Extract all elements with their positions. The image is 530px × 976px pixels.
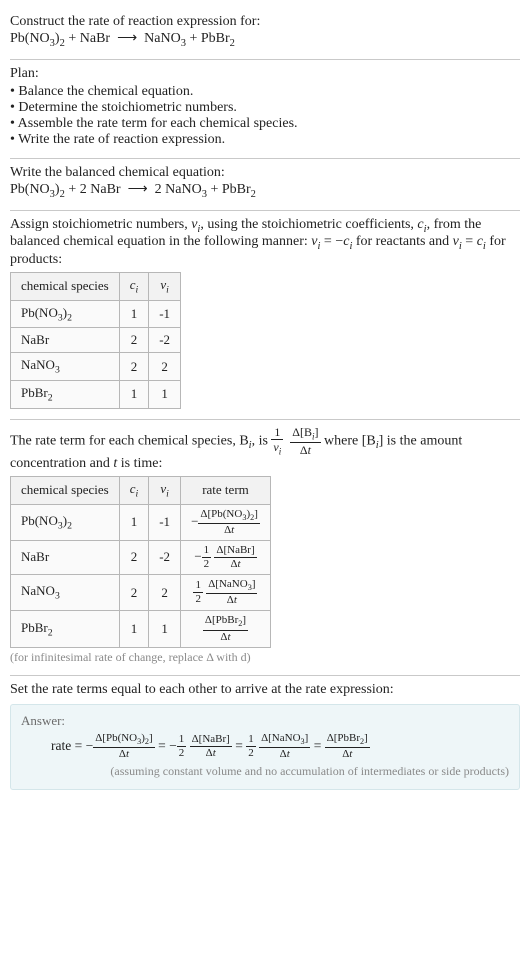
cell-nui: 2 bbox=[149, 574, 181, 610]
rateterm-intro-mid: , is bbox=[252, 433, 272, 448]
intro-section: Construct the rate of reaction expressio… bbox=[10, 8, 520, 59]
dBi-dt: Δ[Bi]Δt bbox=[290, 426, 320, 456]
intro-line: Construct the rate of reaction expressio… bbox=[10, 14, 520, 30]
table-row: Pb(NO3)2 1 -1 bbox=[11, 300, 181, 328]
rateterm-note: (for infinitesimal rate of change, repla… bbox=[10, 650, 520, 665]
table-header-row: chemical species ci νi bbox=[11, 273, 181, 301]
rateterm-section: The rate term for each chemical species,… bbox=[10, 420, 520, 675]
plan-item: Balance the chemical equation. bbox=[10, 84, 520, 100]
cell-species: NaBr bbox=[11, 540, 120, 574]
cell-ci: 2 bbox=[119, 574, 149, 610]
cell-ci: 1 bbox=[119, 504, 149, 540]
cell-nui: -1 bbox=[149, 300, 181, 328]
answer-label: Answer: bbox=[21, 713, 509, 729]
cell-nui: 1 bbox=[149, 380, 181, 408]
plan-item: Write the rate of reaction expression. bbox=[10, 132, 520, 148]
cell-ci: 2 bbox=[119, 353, 149, 381]
unbalanced-equation: Pb(NO3)2 + NaBr ⟶ NaNO3 + PbBr2 bbox=[10, 30, 520, 49]
plan-section: Plan: Balance the chemical equation. Det… bbox=[10, 60, 520, 158]
cell-species: NaBr bbox=[11, 328, 120, 353]
col-ci: ci bbox=[119, 273, 149, 301]
col-rate: rate term bbox=[181, 476, 271, 504]
rateterm-table: chemical species ci νi rate term Pb(NO3)… bbox=[10, 476, 271, 648]
balanced-intro: Write the balanced chemical equation: bbox=[10, 165, 520, 181]
col-ci: ci bbox=[119, 476, 149, 504]
balanced-equation: Pb(NO3)2 + 2 NaBr ⟶ 2 NaNO3 + PbBr2 bbox=[10, 181, 520, 200]
cell-nui: -2 bbox=[149, 328, 181, 353]
answer-box: Answer: rate = −Δ[Pb(NO3)2]Δt = −12 Δ[Na… bbox=[10, 704, 520, 790]
plan-title: Plan: bbox=[10, 66, 520, 82]
col-species: chemical species bbox=[11, 476, 120, 504]
rateterm-intro: The rate term for each chemical species,… bbox=[10, 426, 520, 472]
cell-rate: −Δ[Pb(NO3)2]Δt bbox=[181, 504, 271, 540]
cell-species: NaNO3 bbox=[11, 574, 120, 610]
table-header-row: chemical species ci νi rate term bbox=[11, 476, 271, 504]
cell-rate: −12 Δ[NaBr]Δt bbox=[181, 540, 271, 574]
cell-species: Pb(NO3)2 bbox=[11, 300, 120, 328]
stoich-section: Assign stoichiometric numbers, νi, using… bbox=[10, 211, 520, 419]
cell-rate: Δ[PbBr2]Δt bbox=[181, 611, 271, 647]
table-row: NaNO3 2 2 bbox=[11, 353, 181, 381]
col-nui: νi bbox=[149, 273, 181, 301]
cell-nui: -1 bbox=[149, 504, 181, 540]
cell-species: PbBr2 bbox=[11, 611, 120, 647]
answer-note: (assuming constant volume and no accumul… bbox=[21, 764, 509, 779]
cell-species: Pb(NO3)2 bbox=[11, 504, 120, 540]
table-row: NaBr 2 -2 bbox=[11, 328, 181, 353]
cell-rate: 12 Δ[NaNO3]Δt bbox=[181, 574, 271, 610]
balanced-section: Write the balanced chemical equation: Pb… bbox=[10, 159, 520, 210]
rateterm-intro-pre: The rate term for each chemical species,… bbox=[10, 433, 249, 448]
cell-ci: 1 bbox=[119, 380, 149, 408]
cell-ci: 2 bbox=[119, 328, 149, 353]
cell-species: PbBr2 bbox=[11, 380, 120, 408]
stoich-intro: Assign stoichiometric numbers, νi, using… bbox=[10, 217, 520, 269]
table-row: Pb(NO3)2 1 -1 −Δ[Pb(NO3)2]Δt bbox=[11, 504, 271, 540]
cell-nui: 2 bbox=[149, 353, 181, 381]
plan-item: Assemble the rate term for each chemical… bbox=[10, 116, 520, 132]
plan-item: Determine the stoichiometric numbers. bbox=[10, 100, 520, 116]
plan-list: Balance the chemical equation. Determine… bbox=[10, 84, 520, 148]
cell-ci: 1 bbox=[119, 300, 149, 328]
col-nui: νi bbox=[149, 476, 181, 504]
table-row: NaNO3 2 2 12 Δ[NaNO3]Δt bbox=[11, 574, 271, 610]
cell-ci: 2 bbox=[119, 540, 149, 574]
one-over-nu: 1νi bbox=[271, 426, 283, 456]
final-section: Set the rate terms equal to each other t… bbox=[10, 676, 520, 800]
cell-ci: 1 bbox=[119, 611, 149, 647]
table-row: NaBr 2 -2 −12 Δ[NaBr]Δt bbox=[11, 540, 271, 574]
cell-nui: -2 bbox=[149, 540, 181, 574]
col-species: chemical species bbox=[11, 273, 120, 301]
cell-nui: 1 bbox=[149, 611, 181, 647]
stoich-table: chemical species ci νi Pb(NO3)2 1 -1 NaB… bbox=[10, 272, 181, 408]
final-intro: Set the rate terms equal to each other t… bbox=[10, 682, 520, 698]
rate-expression: rate = −Δ[Pb(NO3)2]Δt = −12 Δ[NaBr]Δt = … bbox=[21, 733, 509, 760]
table-row: PbBr2 1 1 bbox=[11, 380, 181, 408]
table-row: PbBr2 1 1 Δ[PbBr2]Δt bbox=[11, 611, 271, 647]
cell-species: NaNO3 bbox=[11, 353, 120, 381]
